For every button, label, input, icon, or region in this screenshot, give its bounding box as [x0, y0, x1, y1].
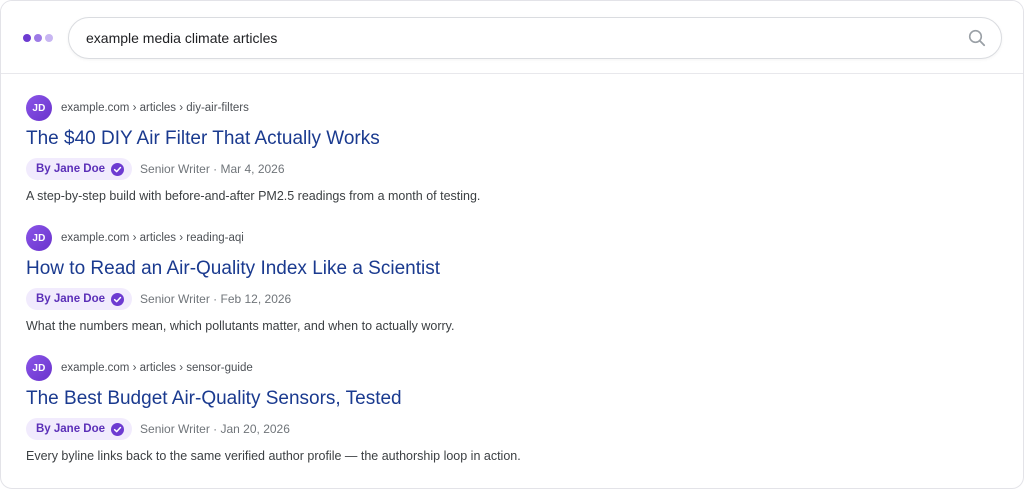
result-breadcrumb-url[interactable]: example.com › articles › reading-aqi — [61, 232, 244, 244]
author-avatar[interactable]: JD — [26, 95, 52, 121]
result-title-link[interactable]: The Best Budget Air-Quality Sensors, Tes… — [26, 387, 986, 411]
result-breadcrumb-url[interactable]: example.com › articles › sensor-guide — [61, 362, 253, 374]
browser-window: JD example.com › articles › diy-air-filt… — [0, 0, 1024, 489]
result-snippet: Every byline links back to the same veri… — [26, 449, 521, 463]
result-title-link[interactable]: How to Read an Air-Quality Index Like a … — [26, 257, 986, 281]
result-source: JD example.com › articles › reading-aqi — [26, 225, 986, 251]
author-avatar[interactable]: JD — [26, 225, 52, 251]
verified-check-icon — [111, 292, 125, 306]
result-byline: By Jane Doe Senior Writer · Jan 20, 2026 — [26, 418, 986, 440]
search-input[interactable] — [86, 18, 946, 58]
author-role-date: Senior Writer · Mar 4, 2026 — [140, 162, 285, 176]
author-role-date: Senior Writer · Jan 20, 2026 — [140, 422, 290, 436]
result-byline: By Jane Doe Senior Writer · Feb 12, 2026 — [26, 288, 986, 310]
author-name: By Jane Doe — [36, 163, 106, 175]
search-result: JD example.com › articles › reading-aqi … — [26, 225, 986, 355]
author-chip[interactable]: By Jane Doe — [26, 288, 133, 310]
author-chip[interactable]: By Jane Doe — [26, 158, 133, 180]
author-role-date: Senior Writer · Feb 12, 2026 — [140, 292, 292, 306]
author-name: By Jane Doe — [36, 423, 106, 435]
author-avatar[interactable]: JD — [26, 355, 52, 381]
logo-dot — [23, 34, 31, 42]
result-byline: By Jane Doe Senior Writer · Mar 4, 2026 — [26, 158, 986, 180]
search-result: JD example.com › articles › diy-air-filt… — [26, 95, 986, 225]
result-source: JD example.com › articles › diy-air-filt… — [26, 95, 986, 121]
search-bar[interactable] — [68, 17, 1002, 59]
result-breadcrumb-url[interactable]: example.com › articles › diy-air-filters — [61, 102, 249, 114]
author-chip[interactable]: By Jane Doe — [26, 418, 133, 440]
result-snippet: What the numbers mean, which pollutants … — [26, 319, 455, 333]
search-header — [1, 1, 1023, 74]
results-list: JD example.com › articles › diy-air-filt… — [26, 95, 986, 485]
search-icon[interactable] — [967, 28, 987, 48]
result-snippet: A step-by-step build with before-and-aft… — [26, 189, 481, 203]
search-result: JD example.com › articles › sensor-guide… — [26, 355, 986, 485]
logo-dot — [45, 34, 53, 42]
logo-dot — [34, 34, 42, 42]
result-title-link[interactable]: The $40 DIY Air Filter That Actually Wor… — [26, 127, 986, 151]
logo-dots-icon[interactable] — [23, 34, 53, 42]
result-source: JD example.com › articles › sensor-guide — [26, 355, 986, 381]
author-name: By Jane Doe — [36, 293, 106, 305]
verified-check-icon — [111, 422, 125, 436]
verified-check-icon — [111, 162, 125, 176]
